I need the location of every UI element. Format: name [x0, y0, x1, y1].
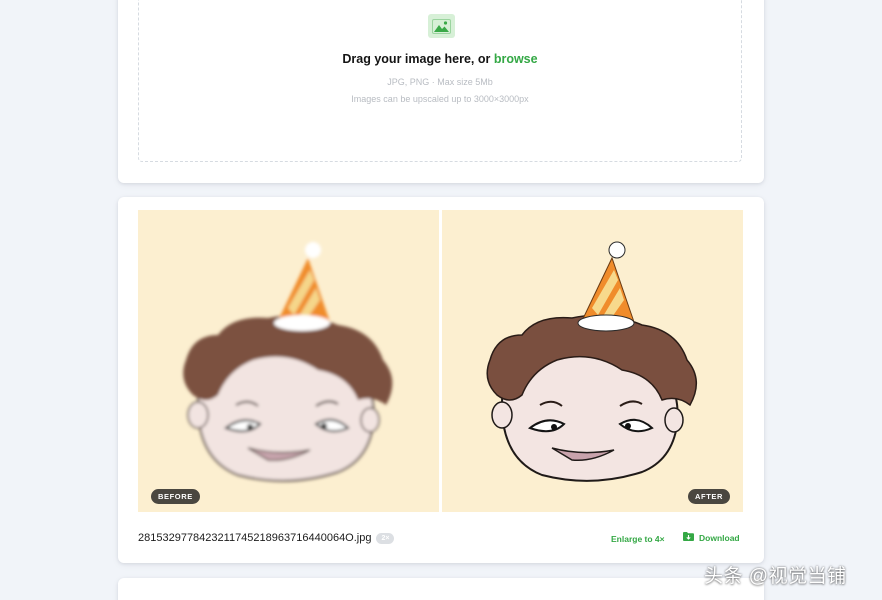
dropzone-title: Drag your image here, or browse	[139, 52, 741, 66]
after-label: AFTER	[688, 489, 730, 504]
image-icon	[428, 14, 455, 38]
download-folder-icon	[683, 532, 694, 543]
scale-badge: 2×	[376, 533, 395, 544]
browse-link[interactable]: browse	[494, 52, 538, 66]
before-image: BEFORE	[138, 210, 439, 512]
file-format-info: JPG, PNG · Max size 5Mb	[387, 77, 493, 87]
upscale-limit-info: Images can be upscaled up to 3000×3000px	[351, 94, 529, 104]
before-label: BEFORE	[151, 489, 200, 504]
image-dropzone[interactable]: Drag your image here, or browse JPG, PNG…	[138, 0, 742, 162]
enlarge-button[interactable]: Enlarge to 4×	[611, 534, 665, 544]
result-card: BEFORE AFTER 281532977842321174521896371…	[118, 197, 764, 563]
download-label: Download	[699, 532, 740, 543]
file-name: 2815329778423211745218963716440064O.jpg	[138, 532, 372, 544]
dropzone-title-text: Drag your image here, or	[342, 52, 494, 66]
watermark-text: 头条 @视觉当铺	[704, 566, 847, 587]
file-name-row: 2815329778423211745218963716440064O.jpg 2…	[138, 532, 395, 544]
download-button[interactable]: Download	[683, 532, 740, 543]
next-result-card	[118, 578, 764, 600]
before-after-comparison[interactable]: BEFORE AFTER	[138, 210, 743, 512]
after-image: AFTER	[442, 210, 743, 512]
upload-card: Drag your image here, or browse JPG, PNG…	[118, 0, 764, 183]
